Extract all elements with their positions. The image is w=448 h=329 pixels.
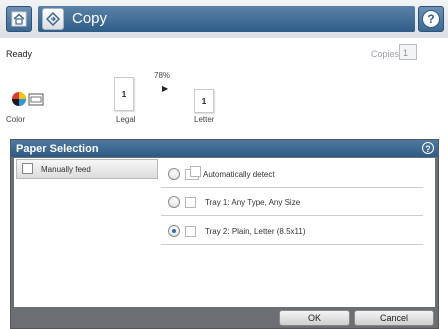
option-label: Automatically detect xyxy=(203,170,275,179)
radio-icon xyxy=(168,168,180,180)
color-icon xyxy=(12,92,44,106)
cancel-button[interactable]: Cancel xyxy=(354,310,434,326)
help-button[interactable]: ? xyxy=(418,6,444,32)
zoom-percent: 78% xyxy=(154,71,171,80)
color-mode-button[interactable] xyxy=(10,91,50,115)
help-icon: ? xyxy=(422,10,440,28)
copies-label: Copies: xyxy=(371,49,402,59)
paper-selection-dialog: Paper Selection ? Manually feed Automati… xyxy=(10,139,439,329)
ok-button[interactable]: OK xyxy=(279,310,350,326)
dialog-footer: OK Cancel xyxy=(11,309,438,328)
home-button[interactable] xyxy=(6,6,32,32)
paper-icon xyxy=(185,226,196,237)
copy-icon xyxy=(42,8,64,30)
copies-input[interactable]: 1 xyxy=(399,44,417,60)
output-size-label: Letter xyxy=(194,115,215,124)
arrow-right-icon: ▶ xyxy=(162,84,169,93)
dialog-title: Paper Selection xyxy=(16,143,99,155)
manual-feed-checkbox[interactable]: Manually feed xyxy=(16,159,158,179)
radio-icon xyxy=(168,196,180,208)
option-label: Tray 2: Plain, Letter (8.5x11) xyxy=(205,227,306,236)
dialog-help-icon[interactable]: ? xyxy=(422,142,434,154)
source-page-preview: 1 xyxy=(114,77,134,111)
paper-icon xyxy=(185,197,196,208)
color-label: Color xyxy=(6,115,26,124)
option-auto-detect[interactable]: Automatically detect xyxy=(161,161,423,188)
radio-selected-icon xyxy=(168,225,180,237)
option-tray-2[interactable]: Tray 2: Plain, Letter (8.5x11) xyxy=(161,218,423,245)
output-page-preview: 1 xyxy=(194,89,214,113)
home-icon xyxy=(11,11,27,27)
checkbox-icon xyxy=(22,163,33,174)
paper-options-list: Automatically detect Tray 1: Any Type, A… xyxy=(161,159,423,307)
paper-stack-icon xyxy=(185,166,201,180)
page-title: Copy xyxy=(72,10,108,27)
top-bar: Copy ? xyxy=(0,0,448,38)
manual-feed-label: Manually feed xyxy=(41,165,91,174)
option-tray-1[interactable]: Tray 1: Any Type, Any Size xyxy=(161,189,423,216)
dialog-header: Paper Selection ? xyxy=(11,140,438,157)
source-size-label: Legal xyxy=(116,115,136,124)
dialog-body: Manually feed Automatically detect Tray … xyxy=(14,158,435,307)
option-label: Tray 1: Any Type, Any Size xyxy=(205,198,301,207)
status-text: Ready xyxy=(6,49,33,59)
